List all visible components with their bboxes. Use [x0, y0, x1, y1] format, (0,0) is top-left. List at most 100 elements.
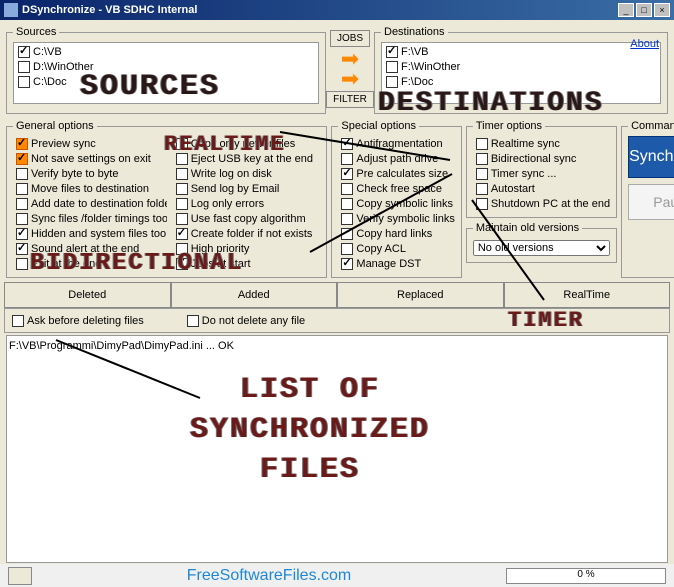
dest-item-label: F:\WinOther [401, 61, 460, 73]
option-line: High priority [173, 241, 321, 256]
spec-opt-checkbox[interactable] [341, 138, 353, 150]
ask-before-delete-checkbox[interactable] [12, 315, 24, 327]
spec-opt-checkbox[interactable] [341, 228, 353, 240]
gen-opt-checkbox[interactable] [16, 228, 28, 240]
commands-group: Commands Synchronize Pause [621, 120, 674, 278]
gen-opt-checkbox[interactable] [16, 183, 28, 195]
synchronize-button[interactable]: Synchronize [628, 136, 674, 178]
footer-button[interactable] [8, 567, 32, 585]
dest-item-checkbox[interactable] [386, 61, 398, 73]
spec-opt-checkbox[interactable] [341, 258, 353, 270]
gen-opt-checkbox[interactable] [176, 183, 188, 195]
option-line: Sync files /folder timings too [13, 211, 167, 226]
destinations-group: Destinations About F:\VBF:\WinOtherF:\Do… [374, 26, 668, 114]
minimize-button[interactable]: _ [618, 3, 634, 17]
list-item[interactable]: D:\WinOther [15, 59, 317, 74]
gen-opt-checkbox[interactable] [176, 138, 188, 150]
about-link[interactable]: About [630, 38, 659, 50]
option-line: Manage DST [338, 256, 454, 271]
pause-button[interactable]: Pause [628, 184, 674, 220]
dest-item-checkbox[interactable] [386, 46, 398, 58]
close-button[interactable]: × [654, 3, 670, 17]
gen-opt-checkbox[interactable] [16, 243, 28, 255]
app-icon [4, 3, 18, 17]
list-item[interactable]: F:\WinOther [383, 59, 659, 74]
spec-opt-checkbox[interactable] [341, 213, 353, 225]
gen-opt-checkbox[interactable] [176, 228, 188, 240]
option-line: Shutdown PC at the end [473, 196, 610, 211]
spec-opt-checkbox[interactable] [341, 168, 353, 180]
gen-opt-checkbox[interactable] [16, 258, 28, 270]
source-item-checkbox[interactable] [18, 76, 30, 88]
titlebar: DSynchronize - VB SDHC Internal _ □ × [0, 0, 674, 20]
tab-added[interactable]: Added [171, 282, 338, 308]
timer-opt-checkbox[interactable] [476, 183, 488, 195]
filter-button[interactable]: FILTER [326, 91, 374, 108]
timer-opt-label: Autostart [491, 183, 535, 195]
gen-opt-checkbox[interactable] [16, 168, 28, 180]
gen-opt-checkbox[interactable] [176, 243, 188, 255]
gen-opt-label: Write log on disk [191, 168, 272, 180]
gen-opt-checkbox[interactable] [16, 138, 28, 150]
spec-opt-checkbox[interactable] [341, 243, 353, 255]
spec-opt-label: Adjust path drive [356, 153, 438, 165]
spec-opt-label: Check free space [356, 183, 442, 195]
timer-opt-checkbox[interactable] [476, 153, 488, 165]
tab-deleted[interactable]: Deleted [4, 282, 171, 308]
dont-delete-checkbox[interactable] [187, 315, 199, 327]
source-item-checkbox[interactable] [18, 61, 30, 73]
gen-opt-label: Jobs at start [191, 258, 251, 270]
tab-replaced[interactable]: Replaced [337, 282, 504, 308]
option-line: Copy only newer files [173, 136, 321, 151]
gen-opt-checkbox[interactable] [16, 198, 28, 210]
sources-list[interactable]: C:\VB D:\WinOtherC:\Doc [13, 42, 319, 104]
window-title: DSynchronize - VB SDHC Internal [22, 4, 616, 16]
timer-opt-checkbox[interactable] [476, 168, 488, 180]
spec-opt-label: Manage DST [356, 258, 421, 270]
spec-opt-checkbox[interactable] [341, 198, 353, 210]
option-line: Preview sync [13, 136, 167, 151]
gen-opt-checkbox[interactable] [176, 213, 188, 225]
gen-opt-checkbox[interactable] [176, 153, 188, 165]
gen-opt-checkbox[interactable] [176, 168, 188, 180]
spec-opt-checkbox[interactable] [341, 183, 353, 195]
gen-opt-label: Sound alert at the end [31, 243, 139, 255]
dest-item-checkbox[interactable] [386, 76, 398, 88]
gen-opt-checkbox[interactable] [16, 153, 28, 165]
option-line: Timer sync ... [473, 166, 610, 181]
list-item[interactable]: C:\VB [15, 44, 317, 59]
destinations-list[interactable]: F:\VB F:\WinOtherF:\Doc [381, 42, 661, 104]
log-list[interactable]: F:\VB\Programmi\DimyPad\DimyPad.ini ... … [6, 335, 668, 563]
gen-opt-checkbox[interactable] [176, 198, 188, 210]
spec-opt-label: Copy ACL [356, 243, 406, 255]
gen-opt-checkbox[interactable] [176, 258, 188, 270]
list-item[interactable]: F:\VB [383, 44, 659, 59]
option-line: Pre calculates size [338, 166, 454, 181]
gen-opt-checkbox[interactable] [16, 213, 28, 225]
tab-bar: Deleted Added Replaced RealTime [4, 282, 670, 308]
option-line: Move files to destination [13, 181, 167, 196]
timer-legend: Timer options [473, 120, 545, 132]
list-item[interactable]: C:\Doc [15, 74, 317, 89]
sources-legend: Sources [13, 26, 59, 38]
timer-opt-label: Timer sync ... [491, 168, 557, 180]
maximize-button[interactable]: □ [636, 3, 652, 17]
general-options-group: General options Preview syncNot save set… [6, 120, 327, 278]
source-item-label: C:\VB [33, 46, 62, 58]
source-item-label: D:\WinOther [33, 61, 94, 73]
spec-opt-checkbox[interactable] [341, 153, 353, 165]
maintain-select[interactable]: No old versions [473, 240, 610, 256]
option-line: Create folder if not exists [173, 226, 321, 241]
list-item[interactable]: F:\Doc [383, 74, 659, 89]
jobs-button[interactable]: JOBS [330, 30, 370, 47]
tab-realtime[interactable]: RealTime [504, 282, 671, 308]
option-line: Verify symbolic links [338, 211, 454, 226]
option-line: Send log by Email [173, 181, 321, 196]
spec-opt-label: Verify symbolic links [356, 213, 454, 225]
timer-opt-label: Realtime sync [491, 138, 560, 150]
timer-opt-checkbox[interactable] [476, 138, 488, 150]
timer-opt-label: Bidirectional sync [491, 153, 577, 165]
special-legend: Special options [338, 120, 419, 132]
source-item-checkbox[interactable] [18, 46, 30, 58]
timer-opt-checkbox[interactable] [476, 198, 488, 210]
